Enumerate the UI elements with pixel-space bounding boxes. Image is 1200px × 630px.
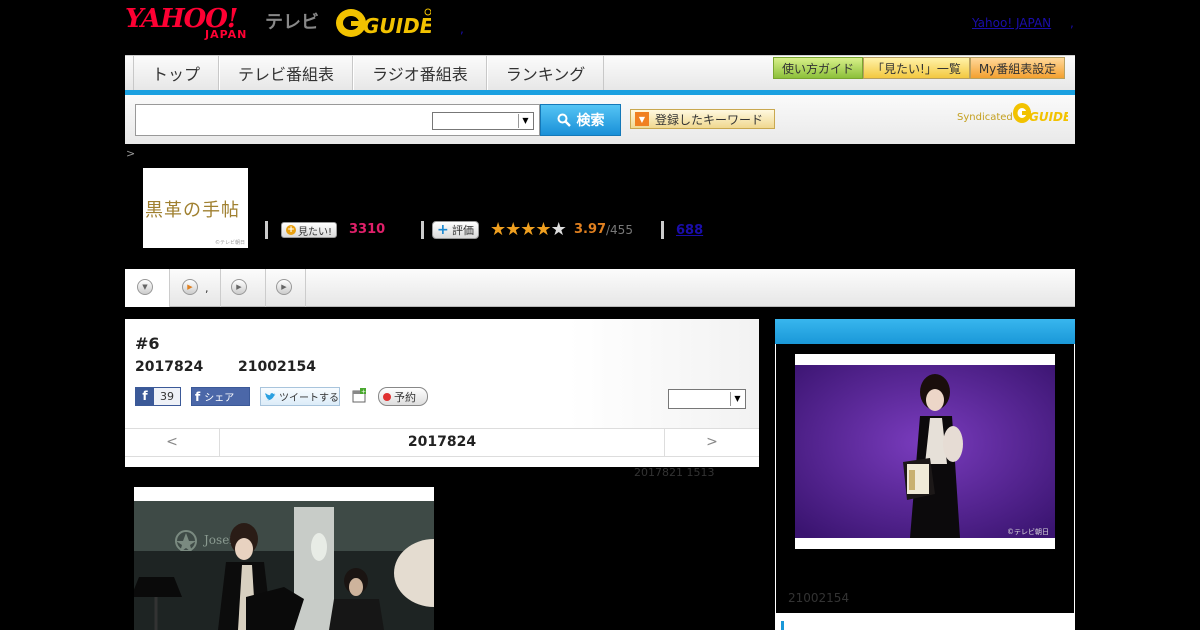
- syndicated-gguide-logo: GUIDE: [1013, 103, 1068, 124]
- svg-text:+: +: [361, 389, 366, 396]
- svg-text:GUIDE: GUIDE: [1029, 110, 1068, 124]
- tweet-button[interactable]: ツイートする: [260, 387, 340, 406]
- facebook-share-label: シェア: [204, 393, 235, 404]
- record-dot-icon: [383, 392, 391, 401]
- program-thumbnail[interactable]: 黒革の手帖 ©テレビ朝日: [143, 168, 248, 248]
- facebook-icon: f: [136, 388, 154, 405]
- facebook-icon: f: [195, 389, 201, 404]
- program-key-visual: ©テレビ朝日: [795, 354, 1055, 549]
- pager-next-button[interactable]: >: [664, 428, 759, 457]
- star-empty-icon: ★: [550, 219, 567, 240]
- nav-tab-radio-listings[interactable]: ラジオ番組表: [353, 56, 487, 90]
- header-link-separator: ,: [1070, 16, 1074, 30]
- program-thumbnail-title: 黒革の手帖: [145, 200, 240, 221]
- sidebar-channel: 21002154: [788, 591, 850, 605]
- search-icon: [557, 113, 571, 127]
- program-sub-tabs: ▼ ▶ ▶ ▶: [125, 269, 1075, 307]
- sub-tab-1[interactable]: ▼: [125, 269, 170, 307]
- want-to-watch-button[interactable]: + 見たい!: [281, 222, 338, 238]
- chevron-down-icon: ▼: [730, 392, 744, 406]
- breadcrumb[interactable]: >: [126, 147, 135, 160]
- yahoo-japan-link[interactable]: Yahoo! JAPAN: [972, 16, 1051, 30]
- star-icon: ★: [505, 219, 521, 240]
- search-category-select[interactable]: ▼: [432, 112, 534, 130]
- rating-total: /455: [606, 223, 633, 237]
- sidebar-next-section: [775, 613, 1075, 630]
- episode-channel: 21002154: [238, 359, 316, 375]
- sub-tab-3[interactable]: ▶: [221, 269, 266, 307]
- rate-button[interactable]: + 評価: [432, 221, 479, 239]
- pager-current-date: 2017824: [407, 434, 477, 450]
- plus-icon: +: [286, 225, 296, 235]
- main-nav-tabs: トップ テレビ番組表 ラジオ番組表 ランキング: [133, 56, 605, 90]
- sub-tab-separator: ,: [205, 282, 209, 295]
- rating-value: 3.97: [574, 222, 607, 237]
- want-to-watch-label: 見たい!: [298, 226, 333, 238]
- sidebar-program-photo[interactable]: ©テレビ朝日: [795, 354, 1055, 549]
- calendar-add-icon[interactable]: +: [351, 388, 367, 404]
- facebook-like-count: 39: [154, 388, 180, 405]
- nav-utility-buttons: 使い方ガイド 「見たい!」一覧 My番組表設定: [773, 57, 1066, 79]
- want-to-watch-count: 3310: [349, 222, 386, 237]
- star-icon: ★: [520, 219, 536, 240]
- watchlist-button[interactable]: 「見たい!」一覧: [863, 57, 970, 79]
- nav-tab-top[interactable]: トップ: [133, 56, 220, 90]
- syndicated-label: Syndicated: [957, 112, 1013, 123]
- chevron-down-circle-icon: ▼: [137, 279, 153, 295]
- registered-keywords-button[interactable]: ▼ 登録したキーワード: [630, 109, 775, 129]
- usage-guide-button[interactable]: 使い方ガイド: [773, 57, 864, 79]
- info-divider: [421, 221, 424, 239]
- tweet-label: ツイートする: [279, 393, 339, 404]
- header-separator: ,: [460, 22, 464, 36]
- play-circle-icon: ▶: [182, 279, 198, 295]
- facebook-share-button[interactable]: f シェア: [191, 387, 250, 406]
- last-updated: 2017821 1513: [634, 466, 715, 479]
- rate-button-label: 評価: [452, 224, 474, 237]
- episode-date: 2017824: [135, 359, 204, 375]
- pager-prev-button[interactable]: <: [125, 428, 220, 457]
- chevron-down-icon: ▼: [518, 114, 532, 128]
- triangle-down-icon: ▼: [635, 112, 649, 126]
- sidebar-photo-copyright: ©テレビ朝日: [1007, 527, 1049, 536]
- episode-photo: Josei Si: [134, 487, 434, 630]
- yahoo-japan-logo-text: JAPAN: [205, 28, 248, 41]
- episode-select[interactable]: ▼: [668, 389, 746, 409]
- my-listings-settings-button[interactable]: My番組表設定: [969, 57, 1066, 79]
- sub-tab-4[interactable]: ▶: [266, 269, 306, 307]
- nav-tab-ranking[interactable]: ランキング: [486, 56, 605, 90]
- twitter-bird-icon: [265, 392, 276, 400]
- sidebar-header: [775, 319, 1075, 344]
- sub-tab-2[interactable]: ▶: [170, 269, 221, 307]
- play-circle-icon: ▶: [231, 279, 247, 295]
- page: YAHOO! JAPAN テレビ GUIDE , Yahoo! JAPAN , …: [0, 0, 1200, 630]
- reserve-label: 予約: [394, 390, 416, 404]
- program-thumbnail-copyright: ©テレビ朝日: [214, 240, 245, 246]
- svg-text:GUIDE: GUIDE: [363, 14, 431, 38]
- nav-tab-tv-listings[interactable]: テレビ番組表: [219, 56, 354, 90]
- star-icon: ★: [535, 219, 551, 240]
- info-divider: [265, 221, 268, 239]
- facebook-like-button[interactable]: f 39: [135, 387, 181, 406]
- episode-scene-image: Josei Si: [134, 487, 434, 630]
- star-icon: ★: [490, 219, 506, 240]
- plus-icon: +: [437, 222, 449, 238]
- gguide-logo[interactable]: GUIDE: [335, 7, 431, 39]
- rating-stars: ★★★★★: [490, 219, 567, 240]
- reserve-recording-button[interactable]: 予約: [378, 387, 428, 406]
- review-count-link[interactable]: 688: [676, 223, 703, 238]
- tv-logo-text[interactable]: テレビ: [265, 8, 319, 34]
- play-circle-icon: ▶: [276, 279, 292, 295]
- section-marker: [781, 621, 784, 630]
- info-divider: [661, 221, 664, 239]
- search-button-label: 検索: [576, 113, 605, 129]
- registered-keywords-label: 登録したキーワード: [655, 112, 764, 127]
- episode-title: #6: [135, 334, 160, 353]
- search-button[interactable]: 検索: [540, 104, 621, 136]
